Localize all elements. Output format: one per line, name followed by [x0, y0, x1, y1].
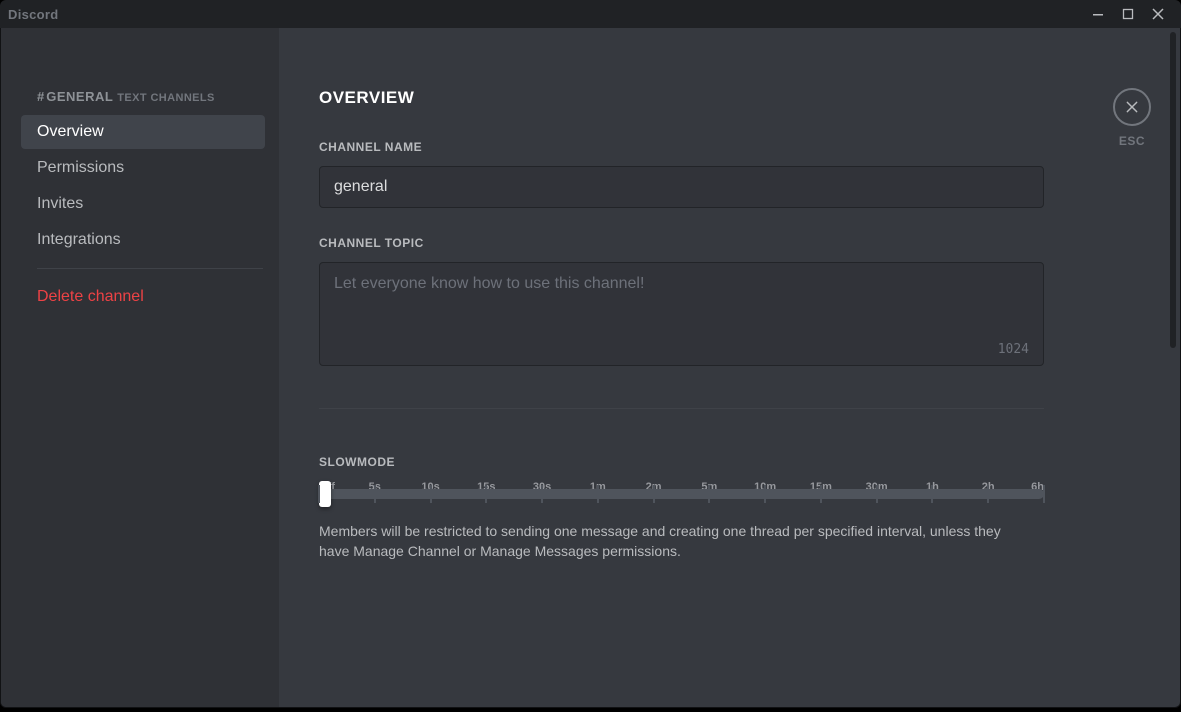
esc-label: ESC: [1119, 134, 1145, 148]
sidebar-item-label: Delete channel: [37, 288, 144, 305]
app-title: Discord: [8, 7, 59, 22]
channel-name-input[interactable]: [319, 166, 1044, 208]
page-title: OVERVIEW: [319, 88, 1044, 108]
sidebar-item-invites[interactable]: Invites: [21, 187, 265, 221]
settings-sidebar: #GENERAL TEXT CHANNELS Overview Permissio…: [1, 28, 279, 707]
slowmode-tick: [1043, 485, 1045, 503]
slowmode-tick: [653, 485, 655, 503]
sidebar-category-label: TEXT CHANNELS: [117, 92, 214, 104]
sidebar-item-label: Overview: [37, 123, 104, 140]
channel-topic-field[interactable]: 1024: [319, 262, 1044, 366]
sidebar-channel-name: GENERAL: [46, 89, 113, 104]
maximize-icon: [1122, 8, 1134, 20]
minimize-icon: [1092, 8, 1104, 20]
window-close-button[interactable]: [1143, 0, 1173, 28]
slowmode-tick: [541, 485, 543, 503]
close-icon: [1124, 99, 1140, 115]
slowmode-tick: [987, 485, 989, 503]
section-divider: [319, 408, 1044, 409]
sidebar-header: #GENERAL TEXT CHANNELS: [1, 88, 273, 114]
close-settings-button[interactable]: [1113, 88, 1151, 126]
settings-content: OVERVIEW CHANNEL NAME CHANNEL TOPIC 1024…: [279, 28, 1084, 707]
slowmode-tick: [485, 485, 487, 503]
channel-topic-label: CHANNEL TOPIC: [319, 236, 1044, 250]
channel-name-label: CHANNEL NAME: [319, 140, 1044, 154]
channel-topic-remaining: 1024: [998, 342, 1029, 357]
sidebar-divider: [37, 268, 263, 269]
sidebar-item-label: Invites: [37, 195, 83, 212]
slowmode-tick: [597, 485, 599, 503]
slowmode-slider[interactable]: [319, 489, 1044, 499]
close-icon: [1152, 8, 1164, 20]
window-minimize-button[interactable]: [1083, 0, 1113, 28]
window-maximize-button[interactable]: [1113, 0, 1143, 28]
channel-topic-input[interactable]: [334, 275, 1029, 331]
sidebar-item-label: Permissions: [37, 159, 124, 176]
slowmode-tick: [430, 485, 432, 503]
window-titlebar: Discord: [0, 0, 1181, 28]
slowmode-tick: [876, 485, 878, 503]
sidebar-item-permissions[interactable]: Permissions: [21, 151, 265, 185]
slowmode-slider-handle[interactable]: [319, 481, 331, 507]
slowmode-tick: [931, 485, 933, 503]
sidebar-item-overview[interactable]: Overview: [21, 115, 265, 149]
slowmode-tick: [374, 485, 376, 503]
slowmode-tick: [764, 485, 766, 503]
slowmode-label: SLOWMODE: [319, 455, 1044, 469]
slowmode-tick: [708, 485, 710, 503]
slowmode-tick: [318, 485, 320, 503]
sidebar-item-integrations[interactable]: Integrations: [21, 223, 265, 257]
slowmode-tick: [820, 485, 822, 503]
sidebar-item-delete-channel[interactable]: Delete channel: [21, 280, 265, 314]
sidebar-item-label: Integrations: [37, 231, 121, 248]
hash-icon: #: [37, 89, 44, 104]
slowmode-description: Members will be restricted to sending on…: [319, 521, 1019, 562]
